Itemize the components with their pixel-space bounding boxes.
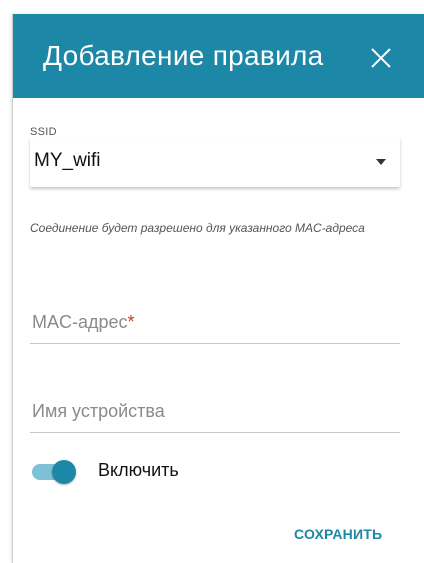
mac-address-placeholder-text: MAC-адрес (32, 312, 128, 332)
hint-text: Соединение будет разрешено для указанног… (30, 221, 365, 235)
toggle-thumb (52, 460, 76, 484)
close-icon[interactable] (365, 42, 397, 74)
mac-address-placeholder: MAC-адрес* (32, 312, 135, 333)
enable-toggle[interactable] (30, 459, 80, 485)
dialog-title: Добавление правила (43, 40, 324, 71)
ssid-value: MY_wifi (34, 150, 101, 171)
device-name-field[interactable]: Имя устройства (30, 393, 400, 433)
page-background (0, 0, 12, 563)
dialog-header: Добавление правила (13, 14, 424, 98)
save-button[interactable]: СОХРАНИТЬ (294, 526, 382, 542)
device-name-placeholder: Имя устройства (32, 401, 165, 421)
enable-toggle-label: Включить (98, 460, 179, 480)
ssid-select[interactable]: MY_wifi (30, 137, 400, 187)
mac-address-field[interactable]: MAC-адрес* (30, 304, 400, 344)
chevron-down-icon (376, 159, 386, 165)
required-mark: * (127, 312, 135, 332)
